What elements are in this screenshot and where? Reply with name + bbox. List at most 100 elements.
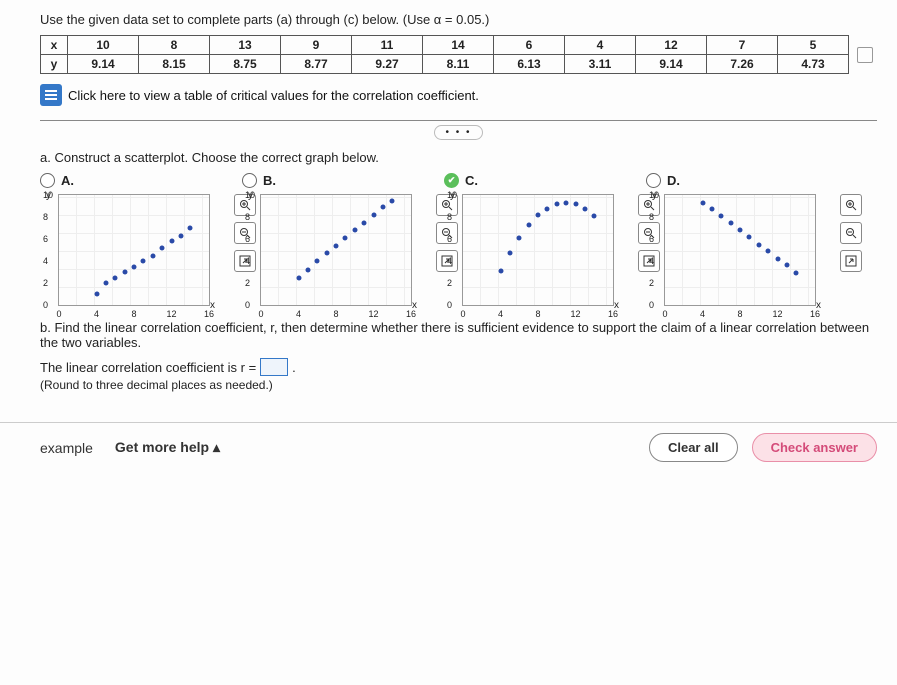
eq-label: The linear correlation coefficient is r … [40, 360, 256, 375]
y-tick: 4 [447, 256, 452, 266]
data-point [738, 228, 743, 233]
data-point [784, 263, 789, 268]
expand-icon[interactable] [840, 250, 862, 272]
part-a-text: a. Construct a scatterplot. Choose the c… [40, 150, 877, 165]
data-point [94, 292, 99, 297]
data-point [305, 267, 310, 272]
data-point [700, 200, 705, 205]
y-tick: 2 [447, 278, 452, 288]
x-tick: 12 [368, 309, 378, 319]
data-point [536, 213, 541, 218]
y-tick: 6 [43, 234, 48, 244]
document-icon [40, 84, 62, 106]
caret-up-icon: ▴ [213, 439, 220, 455]
scatter-chart: 04812160246810 x [260, 194, 412, 306]
data-point [794, 271, 799, 276]
data-point [526, 223, 531, 228]
y-tick: 4 [43, 256, 48, 266]
x-tick: 8 [131, 309, 136, 319]
y-tick: 0 [447, 300, 452, 310]
r-input[interactable] [260, 358, 288, 376]
part-b-text: b. Find the linear correlation coefficie… [40, 320, 877, 350]
expand-dots[interactable]: • • • [40, 125, 877, 140]
y-tick: 0 [245, 300, 250, 310]
separator [40, 120, 877, 121]
data-point [719, 213, 724, 218]
instruction-text: Use the given data set to complete parts… [40, 12, 877, 27]
radio-c[interactable] [444, 173, 459, 188]
x-tick: 4 [700, 309, 705, 319]
example-link[interactable]: example [40, 440, 93, 456]
data-point [573, 202, 578, 207]
data-point [141, 259, 146, 264]
y-tick: 8 [245, 212, 250, 222]
choice-label: A. [61, 173, 74, 188]
y-tick: 10 [245, 190, 255, 200]
choice-c[interactable]: C. y 04812160246810 x [444, 173, 634, 306]
table-row-y: y 9.14 8.15 8.75 8.77 9.27 8.11 6.13 3.1… [41, 55, 849, 74]
y-tick: 8 [447, 212, 452, 222]
zoom-in-icon[interactable] [840, 194, 862, 216]
data-point [507, 250, 512, 255]
data-point [380, 205, 385, 210]
data-point [747, 234, 752, 239]
data-point [315, 259, 320, 264]
data-point [498, 268, 503, 273]
y-tick: 4 [245, 256, 250, 266]
choice-label: D. [667, 173, 680, 188]
y-tick: 8 [43, 212, 48, 222]
data-point [371, 212, 376, 217]
data-point [756, 242, 761, 247]
eq-after: . [292, 360, 296, 375]
x-tick: 0 [56, 309, 61, 319]
data-point [169, 239, 174, 244]
data-point [554, 202, 559, 207]
data-point [766, 249, 771, 254]
data-point [775, 256, 780, 261]
radio-a[interactable] [40, 173, 55, 188]
critical-values-link[interactable]: Click here to view a table of critical v… [40, 84, 877, 106]
clear-all-button[interactable]: Clear all [649, 433, 738, 462]
data-point [343, 235, 348, 240]
row-label: x [41, 36, 68, 55]
data-point [545, 206, 550, 211]
x-tick: 8 [535, 309, 540, 319]
x-tick: 0 [460, 309, 465, 319]
data-point [178, 233, 183, 238]
data-point [517, 235, 522, 240]
data-point [132, 264, 137, 269]
data-point [728, 220, 733, 225]
choice-a[interactable]: A. y 04812160246810 x [40, 173, 230, 306]
table-row-x: x 10 8 13 9 11 14 6 4 12 7 5 [41, 36, 849, 55]
check-answer-button[interactable]: Check answer [752, 433, 877, 462]
x-axis-label: x [614, 300, 619, 311]
x-tick: 8 [737, 309, 742, 319]
zoom-out-icon[interactable] [840, 222, 862, 244]
x-tick: 0 [662, 309, 667, 319]
choice-d[interactable]: D. y 04812160246810 x [646, 173, 836, 306]
x-tick: 12 [166, 309, 176, 319]
data-point [592, 213, 597, 218]
y-tick: 2 [649, 278, 654, 288]
data-table: x 10 8 13 9 11 14 6 4 12 7 5 y 9.14 8.15… [40, 35, 849, 74]
scatter-chart: 04812160246810 x [664, 194, 816, 306]
y-tick: 0 [43, 300, 48, 310]
y-tick: 6 [245, 234, 250, 244]
x-tick: 12 [570, 309, 580, 319]
choice-label: B. [263, 173, 276, 188]
y-tick: 10 [43, 190, 53, 200]
radio-b[interactable] [242, 173, 257, 188]
data-point [103, 281, 108, 286]
data-point [390, 198, 395, 203]
row-label: y [41, 55, 68, 74]
choice-b[interactable]: B. y 04812160246810 x [242, 173, 432, 306]
data-point [352, 228, 357, 233]
more-help-link[interactable]: Get more help ▴ [115, 439, 220, 456]
data-point [296, 275, 301, 280]
copy-table-icon[interactable] [857, 47, 873, 63]
x-axis-label: x [816, 300, 821, 311]
radio-d[interactable] [646, 173, 661, 188]
y-tick: 8 [649, 212, 654, 222]
data-point [334, 243, 339, 248]
x-axis-label: x [412, 300, 417, 311]
